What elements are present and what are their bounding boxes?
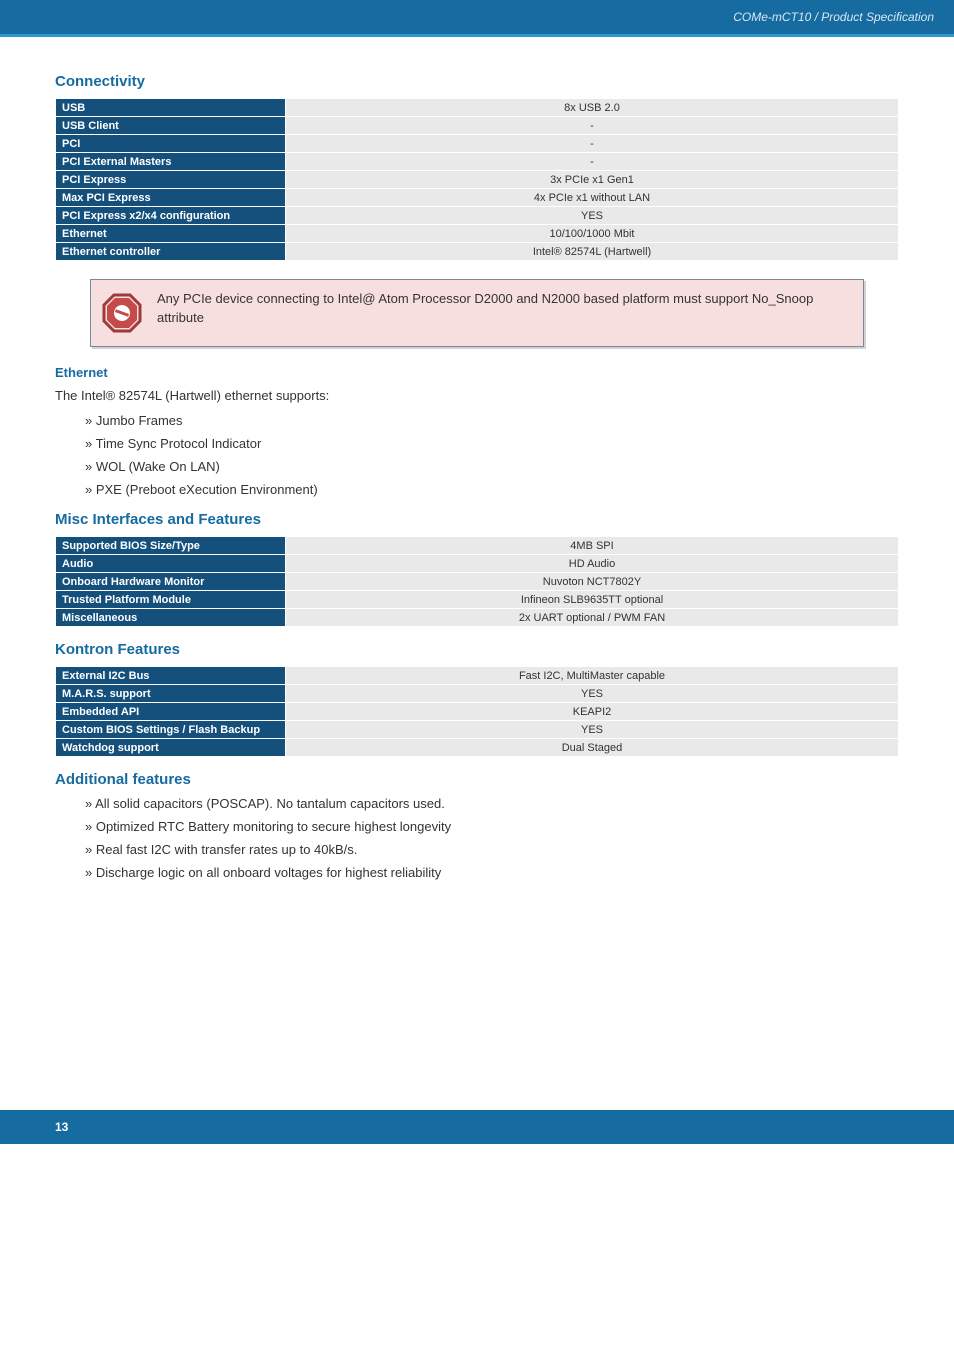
row-value: Nuvoton NCT7802Y [286,573,899,591]
row-value: 10/100/1000 Mbit [286,225,899,243]
row-label: PCI [56,135,286,153]
list-item: Time Sync Protocol Indicator [85,436,899,451]
row-label: PCI Express [56,171,286,189]
row-label: USB [56,99,286,117]
list-item: Discharge logic on all onboard voltages … [85,865,899,880]
row-label: Audio [56,555,286,573]
table-row: Custom BIOS Settings / Flash BackupYES [56,721,899,739]
header-bar: COMe-mCT10 / Product Specification [0,0,954,34]
row-value: 4MB SPI [286,537,899,555]
row-label: Miscellaneous [56,609,286,627]
header-accent [0,34,954,37]
row-label: Trusted Platform Module [56,591,286,609]
stop-icon [101,292,143,334]
row-value: - [286,117,899,135]
additional-heading: Additional features [55,771,899,788]
row-value: YES [286,721,899,739]
row-value: 4x PCIe x1 without LAN [286,189,899,207]
page-content: Connectivity USB8x USB 2.0USB Client-PCI… [0,39,954,930]
list-item: PXE (Preboot eXecution Environment) [85,482,899,497]
row-label: Ethernet [56,225,286,243]
additional-list: All solid capacitors (POSCAP). No tantal… [55,796,899,880]
table-row: PCI External Masters- [56,153,899,171]
kontron-heading: Kontron Features [55,641,899,658]
breadcrumb: COMe-mCT10 / Product Specification [733,10,934,24]
row-value: - [286,135,899,153]
ethernet-list: Jumbo Frames Time Sync Protocol Indicator… [55,413,899,497]
table-row: AudioHD Audio [56,555,899,573]
page-number: 13 [55,1120,68,1134]
table-row: PCI- [56,135,899,153]
row-label: Ethernet controller [56,243,286,261]
row-value: - [286,153,899,171]
row-label: PCI Express x2/x4 configuration [56,207,286,225]
row-label: Embedded API [56,703,286,721]
list-item: Jumbo Frames [85,413,899,428]
misc-heading: Misc Interfaces and Features [55,511,899,528]
row-value: 2x UART optional / PWM FAN [286,609,899,627]
row-label: External I2C Bus [56,667,286,685]
row-value: 8x USB 2.0 [286,99,899,117]
row-value: Dual Staged [286,739,899,757]
table-row: M.A.R.S. supportYES [56,685,899,703]
misc-table: Supported BIOS Size/Type4MB SPIAudioHD A… [55,536,899,627]
table-row: Max PCI Express4x PCIe x1 without LAN [56,189,899,207]
table-row: PCI Express x2/x4 configurationYES [56,207,899,225]
list-item: All solid capacitors (POSCAP). No tantal… [85,796,899,811]
row-label: USB Client [56,117,286,135]
row-value: 3x PCIe x1 Gen1 [286,171,899,189]
row-label: Max PCI Express [56,189,286,207]
row-value: YES [286,207,899,225]
table-row: Watchdog supportDual Staged [56,739,899,757]
list-item: Real fast I2C with transfer rates up to … [85,842,899,857]
row-label: PCI External Masters [56,153,286,171]
ethernet-intro: The Intel® 82574L (Hartwell) ethernet su… [55,388,899,403]
row-label: Onboard Hardware Monitor [56,573,286,591]
table-row: Onboard Hardware MonitorNuvoton NCT7802Y [56,573,899,591]
table-row: USB8x USB 2.0 [56,99,899,117]
table-row: Trusted Platform ModuleInfineon SLB9635T… [56,591,899,609]
list-item: Optimized RTC Battery monitoring to secu… [85,819,899,834]
table-row: Miscellaneous2x UART optional / PWM FAN [56,609,899,627]
row-value: Infineon SLB9635TT optional [286,591,899,609]
table-row: USB Client- [56,117,899,135]
row-value: HD Audio [286,555,899,573]
row-value: YES [286,685,899,703]
row-label: Custom BIOS Settings / Flash Backup [56,721,286,739]
row-value: Fast I2C, MultiMaster capable [286,667,899,685]
warning-callout: Any PCIe device connecting to Intel@ Ato… [90,279,864,347]
table-row: Embedded APIKEAPI2 [56,703,899,721]
table-row: Ethernet10/100/1000 Mbit [56,225,899,243]
kontron-table: External I2C BusFast I2C, MultiMaster ca… [55,666,899,757]
row-label: Watchdog support [56,739,286,757]
table-row: Ethernet controllerIntel® 82574L (Hartwe… [56,243,899,261]
callout-text: Any PCIe device connecting to Intel@ Ato… [157,290,847,328]
table-row: Supported BIOS Size/Type4MB SPI [56,537,899,555]
footer-bar: 13 [0,1110,954,1144]
list-item: WOL (Wake On LAN) [85,459,899,474]
row-value: Intel® 82574L (Hartwell) [286,243,899,261]
connectivity-heading: Connectivity [55,73,899,90]
row-label: Supported BIOS Size/Type [56,537,286,555]
connectivity-table: USB8x USB 2.0USB Client-PCI-PCI External… [55,98,899,261]
row-label: M.A.R.S. support [56,685,286,703]
table-row: External I2C BusFast I2C, MultiMaster ca… [56,667,899,685]
table-row: PCI Express3x PCIe x1 Gen1 [56,171,899,189]
row-value: KEAPI2 [286,703,899,721]
ethernet-heading: Ethernet [55,365,899,380]
